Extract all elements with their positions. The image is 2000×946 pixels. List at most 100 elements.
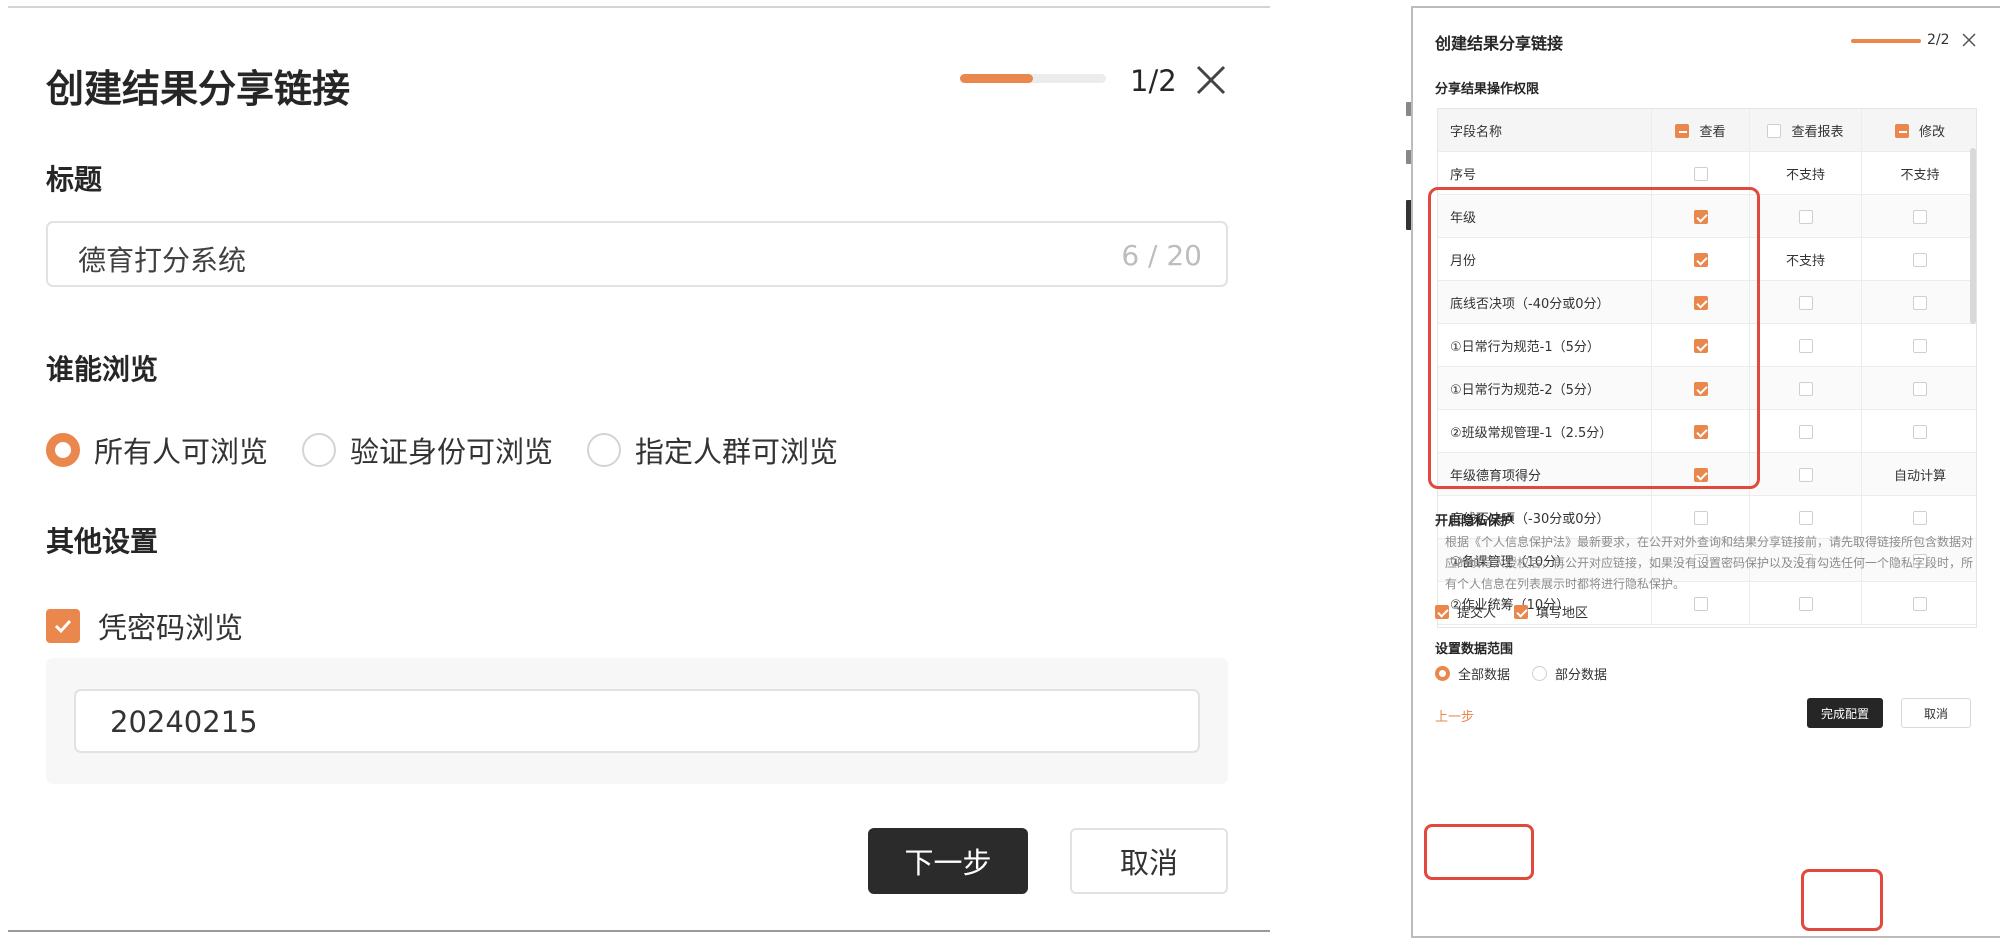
step-progress-fill [960, 74, 1033, 83]
checkbox[interactable] [1798, 381, 1813, 396]
checkbox[interactable] [1693, 596, 1708, 611]
checkbox[interactable] [1693, 166, 1708, 181]
report-cell: 不支持 [1750, 238, 1862, 281]
checkbox-checked[interactable] [1693, 338, 1708, 353]
close-icon[interactable] [1961, 32, 1977, 48]
password-input[interactable]: 20240215 [74, 689, 1200, 753]
table-scrollbar[interactable] [1970, 148, 1976, 324]
view-cell [1652, 324, 1750, 367]
password-panel: 20240215 [46, 658, 1228, 784]
header-edit-label: 修改 [1918, 125, 1945, 140]
step-progress-bar [1851, 39, 1921, 43]
checkbox-checked[interactable] [1693, 467, 1708, 482]
privacy-field-checks: 提交人 填写地区 [1435, 602, 1606, 621]
share-link-dialog-step1: 创建结果分享链接 1/2 标题 德育打分系统 6 / 20 谁能浏览 所有人可浏… [8, 6, 1270, 932]
previous-step-link[interactable]: 上一步 [1435, 706, 1474, 725]
privacy-check-submitter[interactable]: 提交人 [1435, 602, 1496, 621]
dialog-title: 创建结果分享链接 [46, 67, 351, 111]
next-button[interactable]: 下一步 [868, 828, 1028, 894]
radio-label: 验证身份可浏览 [350, 435, 554, 469]
step-progress-bar [960, 74, 1106, 83]
radio-dot [302, 433, 337, 467]
radio-partial-data[interactable]: 部分数据 [1532, 664, 1607, 683]
view-cell [1652, 238, 1750, 281]
table-row: ①日常行为规范-2（5分） [1438, 367, 1976, 410]
radio-verified[interactable]: 验证身份可浏览 [302, 429, 553, 471]
checkbox-checked [1435, 604, 1449, 619]
header-report-label: 查看报表 [1791, 125, 1844, 140]
checkbox[interactable] [1913, 424, 1927, 439]
header-edit[interactable]: 修改 [1862, 109, 1976, 152]
checkbox[interactable] [1798, 510, 1813, 525]
password-checkbox-label: 凭密码浏览 [98, 611, 244, 645]
field-name-text: ②班级常规管理-1（2.5分） [1450, 426, 1613, 441]
header-view[interactable]: 查看 [1652, 109, 1750, 152]
title-input[interactable]: 德育打分系统 6 / 20 [46, 221, 1228, 287]
field-name-text: ①日常行为规范-1（5分） [1450, 340, 1600, 355]
checkbox[interactable] [1798, 295, 1813, 310]
checkbox-checked[interactable] [1693, 381, 1708, 396]
checkbox-checked[interactable] [1693, 295, 1708, 310]
checkbox[interactable] [1798, 424, 1813, 439]
checkbox[interactable] [1798, 596, 1813, 611]
header-view-report[interactable]: 查看报表 [1750, 109, 1862, 152]
radio-label: 部分数据 [1555, 668, 1608, 683]
radio-label: 全部数据 [1458, 668, 1511, 683]
field-name-text: 年级 [1450, 211, 1477, 226]
check-label: 提交人 [1457, 606, 1497, 621]
step-indicator: 1/2 [1130, 64, 1177, 98]
close-icon[interactable] [1194, 63, 1228, 97]
field-name: ①日常行为规范-2（5分） [1438, 367, 1652, 410]
table-row: ①日常行为规范-1（5分） [1438, 324, 1976, 367]
report-cell [1750, 367, 1862, 410]
dialog-title: 创建结果分享链接 [1435, 34, 1564, 53]
edit-select-all-checkbox[interactable] [1894, 123, 1909, 138]
checkbox[interactable] [1798, 209, 1813, 224]
cell-text: 不支持 [1785, 168, 1825, 183]
cancel-button[interactable]: 取消 [1901, 698, 1971, 728]
checkbox[interactable] [1798, 467, 1813, 482]
checkbox[interactable] [1798, 338, 1813, 353]
radio-all-data[interactable]: 全部数据 [1435, 664, 1510, 683]
checkbox-checked[interactable] [1693, 209, 1708, 224]
checkbox[interactable] [1913, 209, 1927, 224]
checkbox-checked[interactable] [1693, 424, 1708, 439]
cell-text: 自动计算 [1893, 469, 1946, 484]
radio-label: 所有人可浏览 [94, 435, 269, 469]
view-cell [1652, 195, 1750, 238]
checkbox[interactable] [1913, 338, 1927, 353]
report-cell [1750, 195, 1862, 238]
checkbox[interactable] [1913, 381, 1927, 396]
edit-cell: 自动计算 [1862, 453, 1976, 496]
field-name-text: 底线否决项（-40分或0分） [1450, 297, 1610, 312]
checkbox-checked[interactable] [1693, 252, 1708, 267]
table-row: 年级 [1438, 195, 1976, 238]
header-field-name: 字段名称 [1438, 109, 1652, 152]
browse-radio-group: 所有人可浏览 验证身份可浏览 指定人群可浏览 [46, 428, 872, 472]
radio-specified-group[interactable]: 指定人群可浏览 [587, 429, 838, 471]
checkbox[interactable] [1913, 596, 1927, 611]
privacy-check-region[interactable]: 填写地区 [1514, 602, 1588, 621]
cell-text: 不支持 [1785, 254, 1825, 269]
table-row: 序号 不支持 不支持 [1438, 152, 1976, 195]
field-name: ①日常行为规范-1（5分） [1438, 324, 1652, 367]
report-cell: 不支持 [1750, 152, 1862, 195]
field-name: 年级德育项得分 [1438, 453, 1652, 496]
checkbox[interactable] [1913, 252, 1927, 267]
title-input-value: 德育打分系统 [78, 244, 247, 277]
checkbox[interactable] [1693, 510, 1708, 525]
table-row: 年级德育项得分 自动计算 [1438, 453, 1976, 496]
radio-dot [1532, 666, 1548, 681]
view-select-all-checkbox[interactable] [1675, 123, 1690, 138]
browse-section-label: 谁能浏览 [46, 353, 159, 386]
checkbox[interactable] [1913, 295, 1927, 310]
radio-everyone[interactable]: 所有人可浏览 [46, 429, 268, 471]
field-name-text: 月份 [1450, 254, 1477, 269]
cancel-button[interactable]: 取消 [1070, 828, 1228, 894]
password-checkbox[interactable]: 凭密码浏览 [46, 605, 243, 647]
report-select-all-checkbox[interactable] [1767, 123, 1782, 138]
radio-dot-selected [1435, 666, 1450, 681]
permission-section-label: 分享结果操作权限 [1435, 82, 1540, 97]
finish-config-button[interactable]: 完成配置 [1807, 698, 1883, 728]
checkbox[interactable] [1913, 510, 1927, 525]
